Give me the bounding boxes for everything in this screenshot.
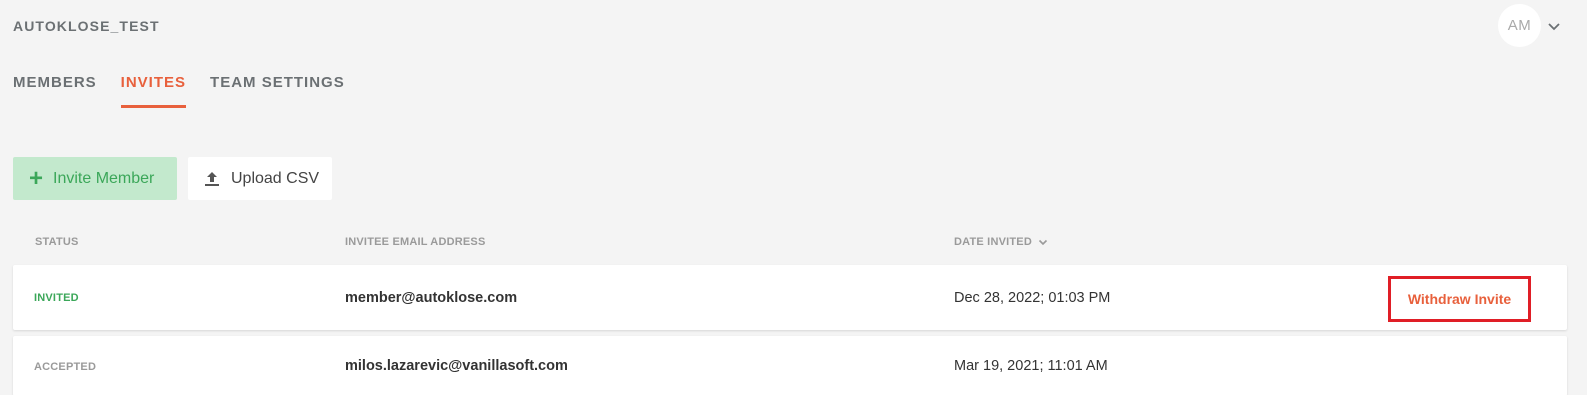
- upload-csv-button[interactable]: Upload CSV: [188, 157, 332, 200]
- table-row: INVITED member@autoklose.com Dec 28, 202…: [13, 265, 1567, 330]
- plus-icon: +: [29, 164, 44, 192]
- invites-page: AUTOKLOSE_TEST AM MEMBERS INVITES TEAM S…: [0, 0, 1587, 395]
- invite-member-button[interactable]: + Invite Member: [13, 157, 177, 200]
- user-menu[interactable]: AM: [1498, 4, 1561, 47]
- column-header-email[interactable]: INVITEE EMAIL ADDRESS: [345, 236, 486, 248]
- tab-team-settings[interactable]: TEAM SETTINGS: [210, 74, 345, 108]
- status-badge: ACCEPTED: [34, 361, 97, 373]
- team-name: AUTOKLOSE_TEST: [13, 18, 160, 34]
- invitee-email: member@autoklose.com: [345, 290, 518, 306]
- table-row: ACCEPTED milos.lazarevic@vanillasoft.com…: [13, 336, 1567, 395]
- status-badge: INVITED: [34, 292, 79, 304]
- upload-icon: [205, 171, 219, 186]
- tab-members[interactable]: MEMBERS: [13, 74, 97, 108]
- upload-csv-label: Upload CSV: [231, 169, 320, 187]
- date-invited: Mar 19, 2021; 11:01 AM: [954, 358, 1108, 374]
- invite-member-label: Invite Member: [53, 169, 155, 187]
- chevron-down-icon[interactable]: [1547, 19, 1561, 33]
- date-invited: Dec 28, 2022; 01:03 PM: [954, 290, 1111, 306]
- column-header-date-label: DATE INVITED: [954, 236, 1032, 248]
- invitee-email: milos.lazarevic@vanillasoft.com: [345, 358, 568, 374]
- tab-bar: MEMBERS INVITES TEAM SETTINGS: [13, 74, 369, 108]
- sort-chevron-down-icon[interactable]: [1038, 237, 1048, 247]
- column-header-date[interactable]: DATE INVITED: [954, 236, 1048, 248]
- withdraw-invite-button[interactable]: Withdraw Invite: [1388, 276, 1531, 322]
- avatar[interactable]: AM: [1498, 4, 1541, 47]
- tab-invites[interactable]: INVITES: [120, 74, 187, 108]
- column-header-status[interactable]: STATUS: [35, 236, 79, 248]
